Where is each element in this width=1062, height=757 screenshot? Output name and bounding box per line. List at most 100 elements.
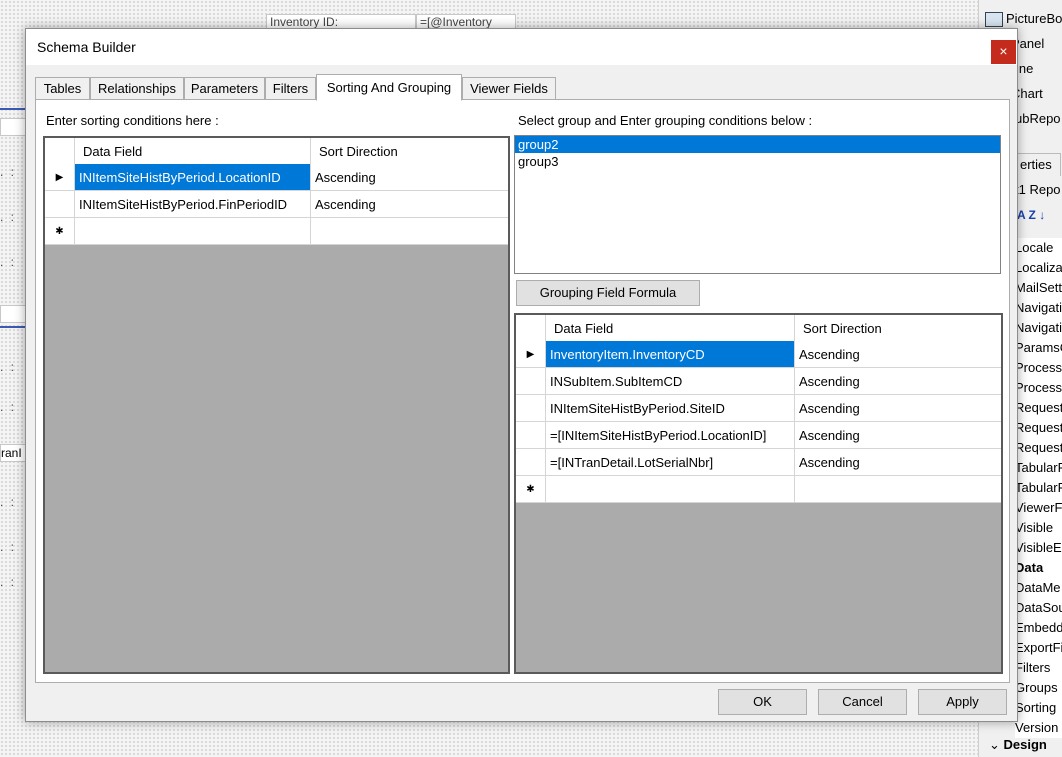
properties-tab[interactable]: erties (1017, 153, 1061, 176)
toolbox-item-subreport[interactable]: ubRepo (1015, 106, 1061, 131)
data-field-cell[interactable]: INItemSiteHistByPeriod.SiteID (546, 395, 795, 422)
column-header-sort-direction[interactable]: Sort Direction (311, 138, 508, 165)
property-row[interactable]: MailSett (1015, 278, 1062, 298)
grouping-field-formula-button[interactable]: Grouping Field Formula (516, 280, 700, 306)
sort-direction-cell[interactable] (795, 476, 1001, 503)
current-row-icon[interactable]: ▶ (45, 164, 75, 191)
close-button[interactable]: × (991, 40, 1016, 64)
property-row[interactable]: VisibleEx (1015, 538, 1062, 558)
band-dots: . : (0, 255, 17, 269)
property-row[interactable]: Filters (1015, 658, 1062, 678)
property-row[interactable]: Navigati (1015, 318, 1062, 338)
grid-corner (516, 315, 546, 342)
group-list[interactable]: group2 group3 (514, 135, 1001, 274)
property-row[interactable]: Version (1015, 718, 1062, 738)
property-row[interactable]: Process (1015, 378, 1062, 398)
property-row[interactable]: ViewerF (1015, 498, 1062, 518)
row-header[interactable] (516, 368, 546, 395)
row-header[interactable] (516, 422, 546, 449)
sort-direction-cell[interactable]: Ascending (795, 422, 1001, 449)
column-header-data-field[interactable]: Data Field (75, 138, 311, 165)
new-row-icon[interactable]: ✱ (45, 218, 75, 245)
properties-object-selector[interactable]: t1 Repo (1015, 182, 1061, 197)
band-dots: . : (0, 540, 17, 554)
tab-parameters[interactable]: Parameters (184, 77, 265, 101)
property-row[interactable]: Request (1015, 438, 1062, 458)
property-category-design[interactable]: ⌄ Design (989, 737, 1047, 753)
property-row[interactable]: Locale (1015, 238, 1062, 258)
row-header[interactable] (45, 191, 75, 218)
property-row[interactable]: Sorting (1015, 698, 1062, 718)
grid-corner (45, 138, 75, 165)
property-row[interactable]: Embedd (1015, 618, 1062, 638)
ok-button[interactable]: OK (718, 689, 807, 715)
property-row[interactable]: Localiza (1015, 258, 1062, 278)
row-header[interactable] (516, 395, 546, 422)
data-field-cell[interactable]: INSubItem.SubItemCD (546, 368, 795, 395)
band-text-fragment[interactable]: ranI (0, 444, 28, 462)
property-category-data[interactable]: Data (1015, 558, 1062, 578)
list-item-group3[interactable]: group3 (515, 153, 1000, 170)
data-field-cell[interactable]: INItemSiteHistByPeriod.FinPeriodID (75, 191, 311, 218)
sort-direction-cell[interactable]: Ascending (795, 368, 1001, 395)
tab-relationships[interactable]: Relationships (90, 77, 184, 101)
property-grid: Locale Localiza MailSett Navigati Navigati Pa… (1015, 238, 1062, 738)
band-marker (0, 326, 28, 328)
property-row[interactable]: ParamsC (1015, 338, 1062, 358)
property-row[interactable]: TabularR (1015, 458, 1062, 478)
tab-sorting-and-grouping[interactable]: Sorting And Grouping (316, 74, 462, 101)
list-item-group2[interactable]: group2 (515, 136, 1000, 153)
property-row[interactable]: TabularR (1015, 478, 1062, 498)
sort-direction-cell[interactable]: Ascending (795, 341, 1001, 368)
chevron-down-icon[interactable]: ⌄ (989, 737, 1000, 752)
sort-alphabetical-icon[interactable]: A Z ↓ (1017, 208, 1045, 222)
tab-tables[interactable]: Tables (35, 77, 90, 101)
data-field-cell[interactable]: =[INItemSiteHistByPeriod.LocationID] (546, 422, 795, 449)
property-row[interactable]: DataMe (1015, 578, 1062, 598)
data-field-cell[interactable] (75, 218, 311, 245)
picture-icon (985, 12, 1003, 28)
toolbox-item-line[interactable]: ine (1016, 56, 1033, 81)
data-field-cell[interactable]: InventoryItem.InventoryCD (546, 341, 795, 368)
sort-direction-cell[interactable]: Ascending (311, 164, 508, 191)
property-row[interactable]: ExportFi (1015, 638, 1062, 658)
column-header-sort-direction[interactable]: Sort Direction (795, 315, 1001, 342)
column-header-data-field[interactable]: Data Field (546, 315, 795, 342)
property-row[interactable]: Request (1015, 398, 1062, 418)
data-field-cell[interactable]: =[INTranDetail.LotSerialNbr] (546, 449, 795, 476)
apply-button[interactable]: Apply (918, 689, 1007, 715)
toolbox-item-label: PictureBo (1006, 11, 1062, 26)
band-dots: . : (0, 210, 17, 224)
sort-direction-cell[interactable] (311, 218, 508, 245)
band-dots: . : (0, 495, 17, 509)
tab-viewer-fields[interactable]: Viewer Fields (462, 77, 556, 101)
schema-builder-dialog: Schema Builder × Tables Relationships Pa… (25, 28, 1018, 722)
cancel-button[interactable]: Cancel (818, 689, 907, 715)
band-dots: . : (0, 165, 17, 179)
grouping-label: Select group and Enter grouping conditio… (518, 113, 813, 128)
new-row-icon[interactable]: ✱ (516, 476, 546, 503)
report-band[interactable] (0, 305, 28, 323)
row-header[interactable] (516, 449, 546, 476)
property-row[interactable]: Process (1015, 358, 1062, 378)
band-dots: . : (0, 400, 17, 414)
property-category-label: Design (1003, 737, 1047, 752)
property-row[interactable]: Groups (1015, 678, 1062, 698)
sort-direction-cell[interactable]: Ascending (311, 191, 508, 218)
dialog-title-bar[interactable]: Schema Builder × (26, 29, 1017, 65)
current-row-icon[interactable]: ▶ (516, 341, 546, 368)
property-row[interactable]: Request (1015, 418, 1062, 438)
data-field-cell[interactable] (546, 476, 795, 503)
report-band[interactable] (0, 118, 28, 136)
grouping-grid[interactable]: Data Field Sort Direction ▶ InventoryIte… (514, 313, 1003, 674)
property-row[interactable]: Visible (1015, 518, 1062, 538)
tab-filters[interactable]: Filters (265, 77, 316, 101)
sort-direction-cell[interactable]: Ascending (795, 449, 1001, 476)
sorting-grid[interactable]: Data Field Sort Direction ▶ INItemSiteHi… (43, 136, 510, 674)
property-row[interactable]: DataSou (1015, 598, 1062, 618)
data-field-cell[interactable]: INItemSiteHistByPeriod.LocationID (75, 164, 311, 191)
property-row[interactable]: Navigati (1015, 298, 1062, 318)
band-dots: . : (0, 360, 17, 374)
sort-direction-cell[interactable]: Ascending (795, 395, 1001, 422)
sorting-and-grouping-panel: Enter sorting conditions here : Data Fie… (35, 99, 1010, 683)
